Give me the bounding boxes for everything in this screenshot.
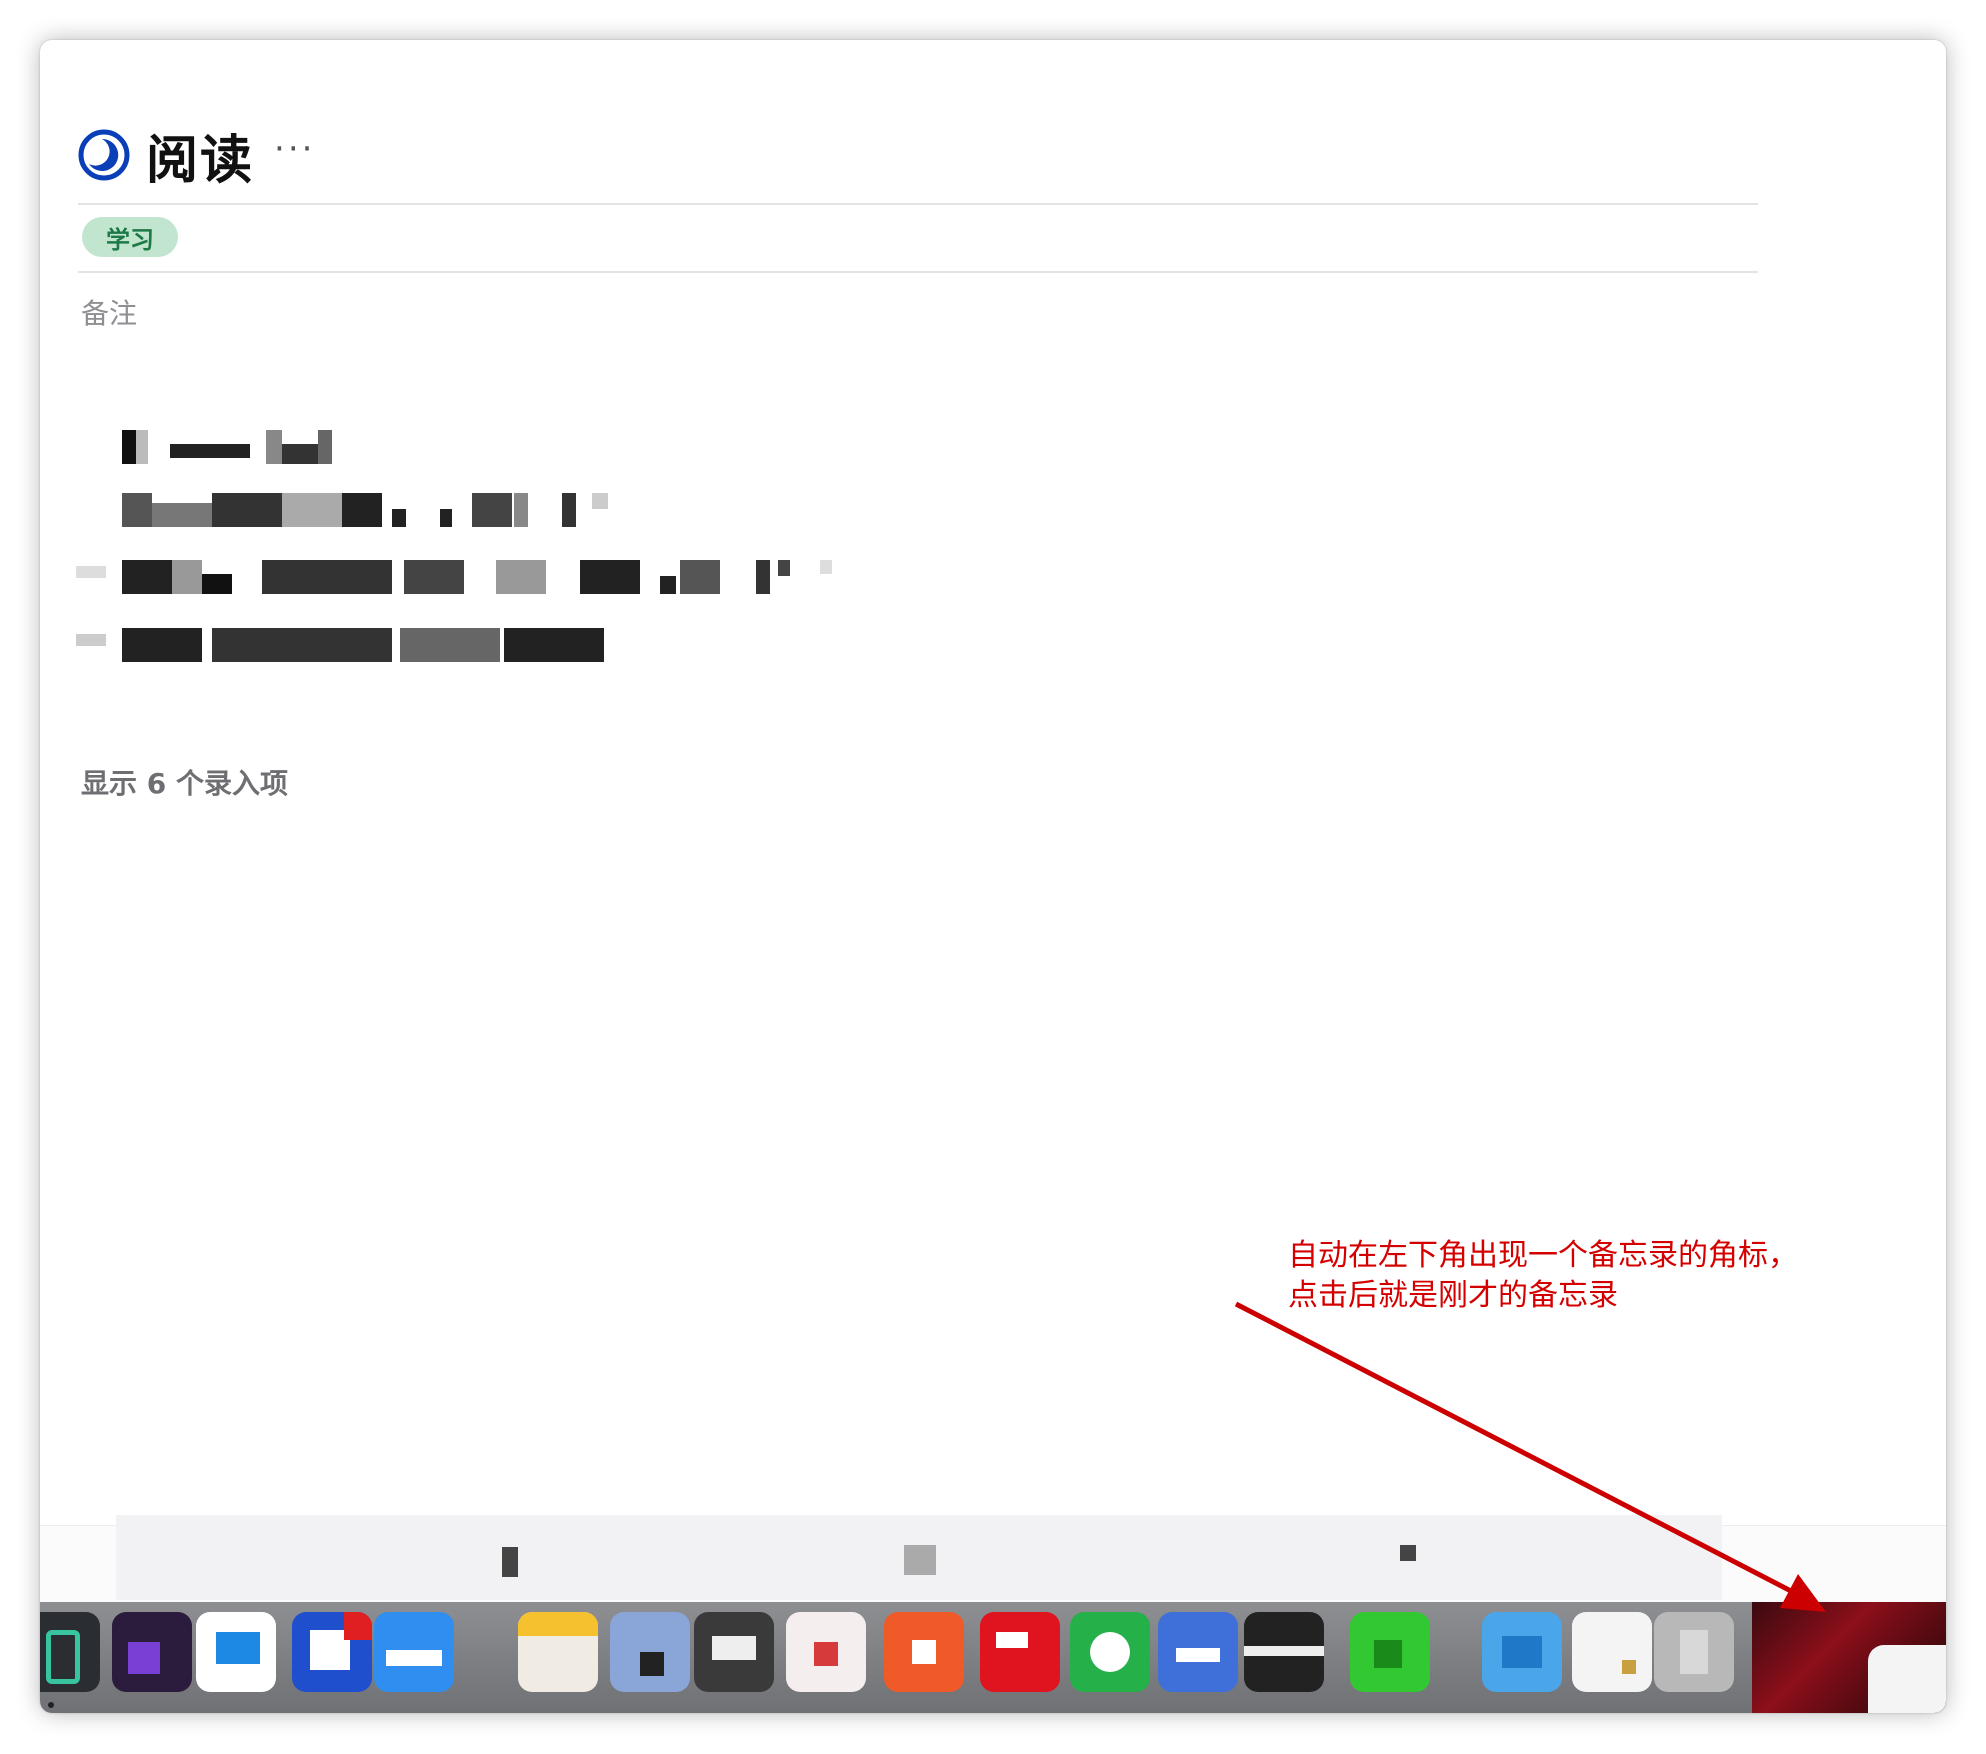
annotation-line-2: 点击后就是刚才的备忘录 xyxy=(1288,1278,1618,1313)
annotation-text: 自动在左下角出现一个备忘录的角标， 点击后就是刚才的备忘录 xyxy=(1288,1236,1798,1316)
annotation-line-1: 自动在左下角出现一个备忘录的角标， xyxy=(1288,1238,1798,1273)
annotation-arrow xyxy=(1234,1301,1826,1612)
app-window: 阅读 ··· 学习 备注 显示 6 个录入项 xyxy=(40,40,1946,1713)
